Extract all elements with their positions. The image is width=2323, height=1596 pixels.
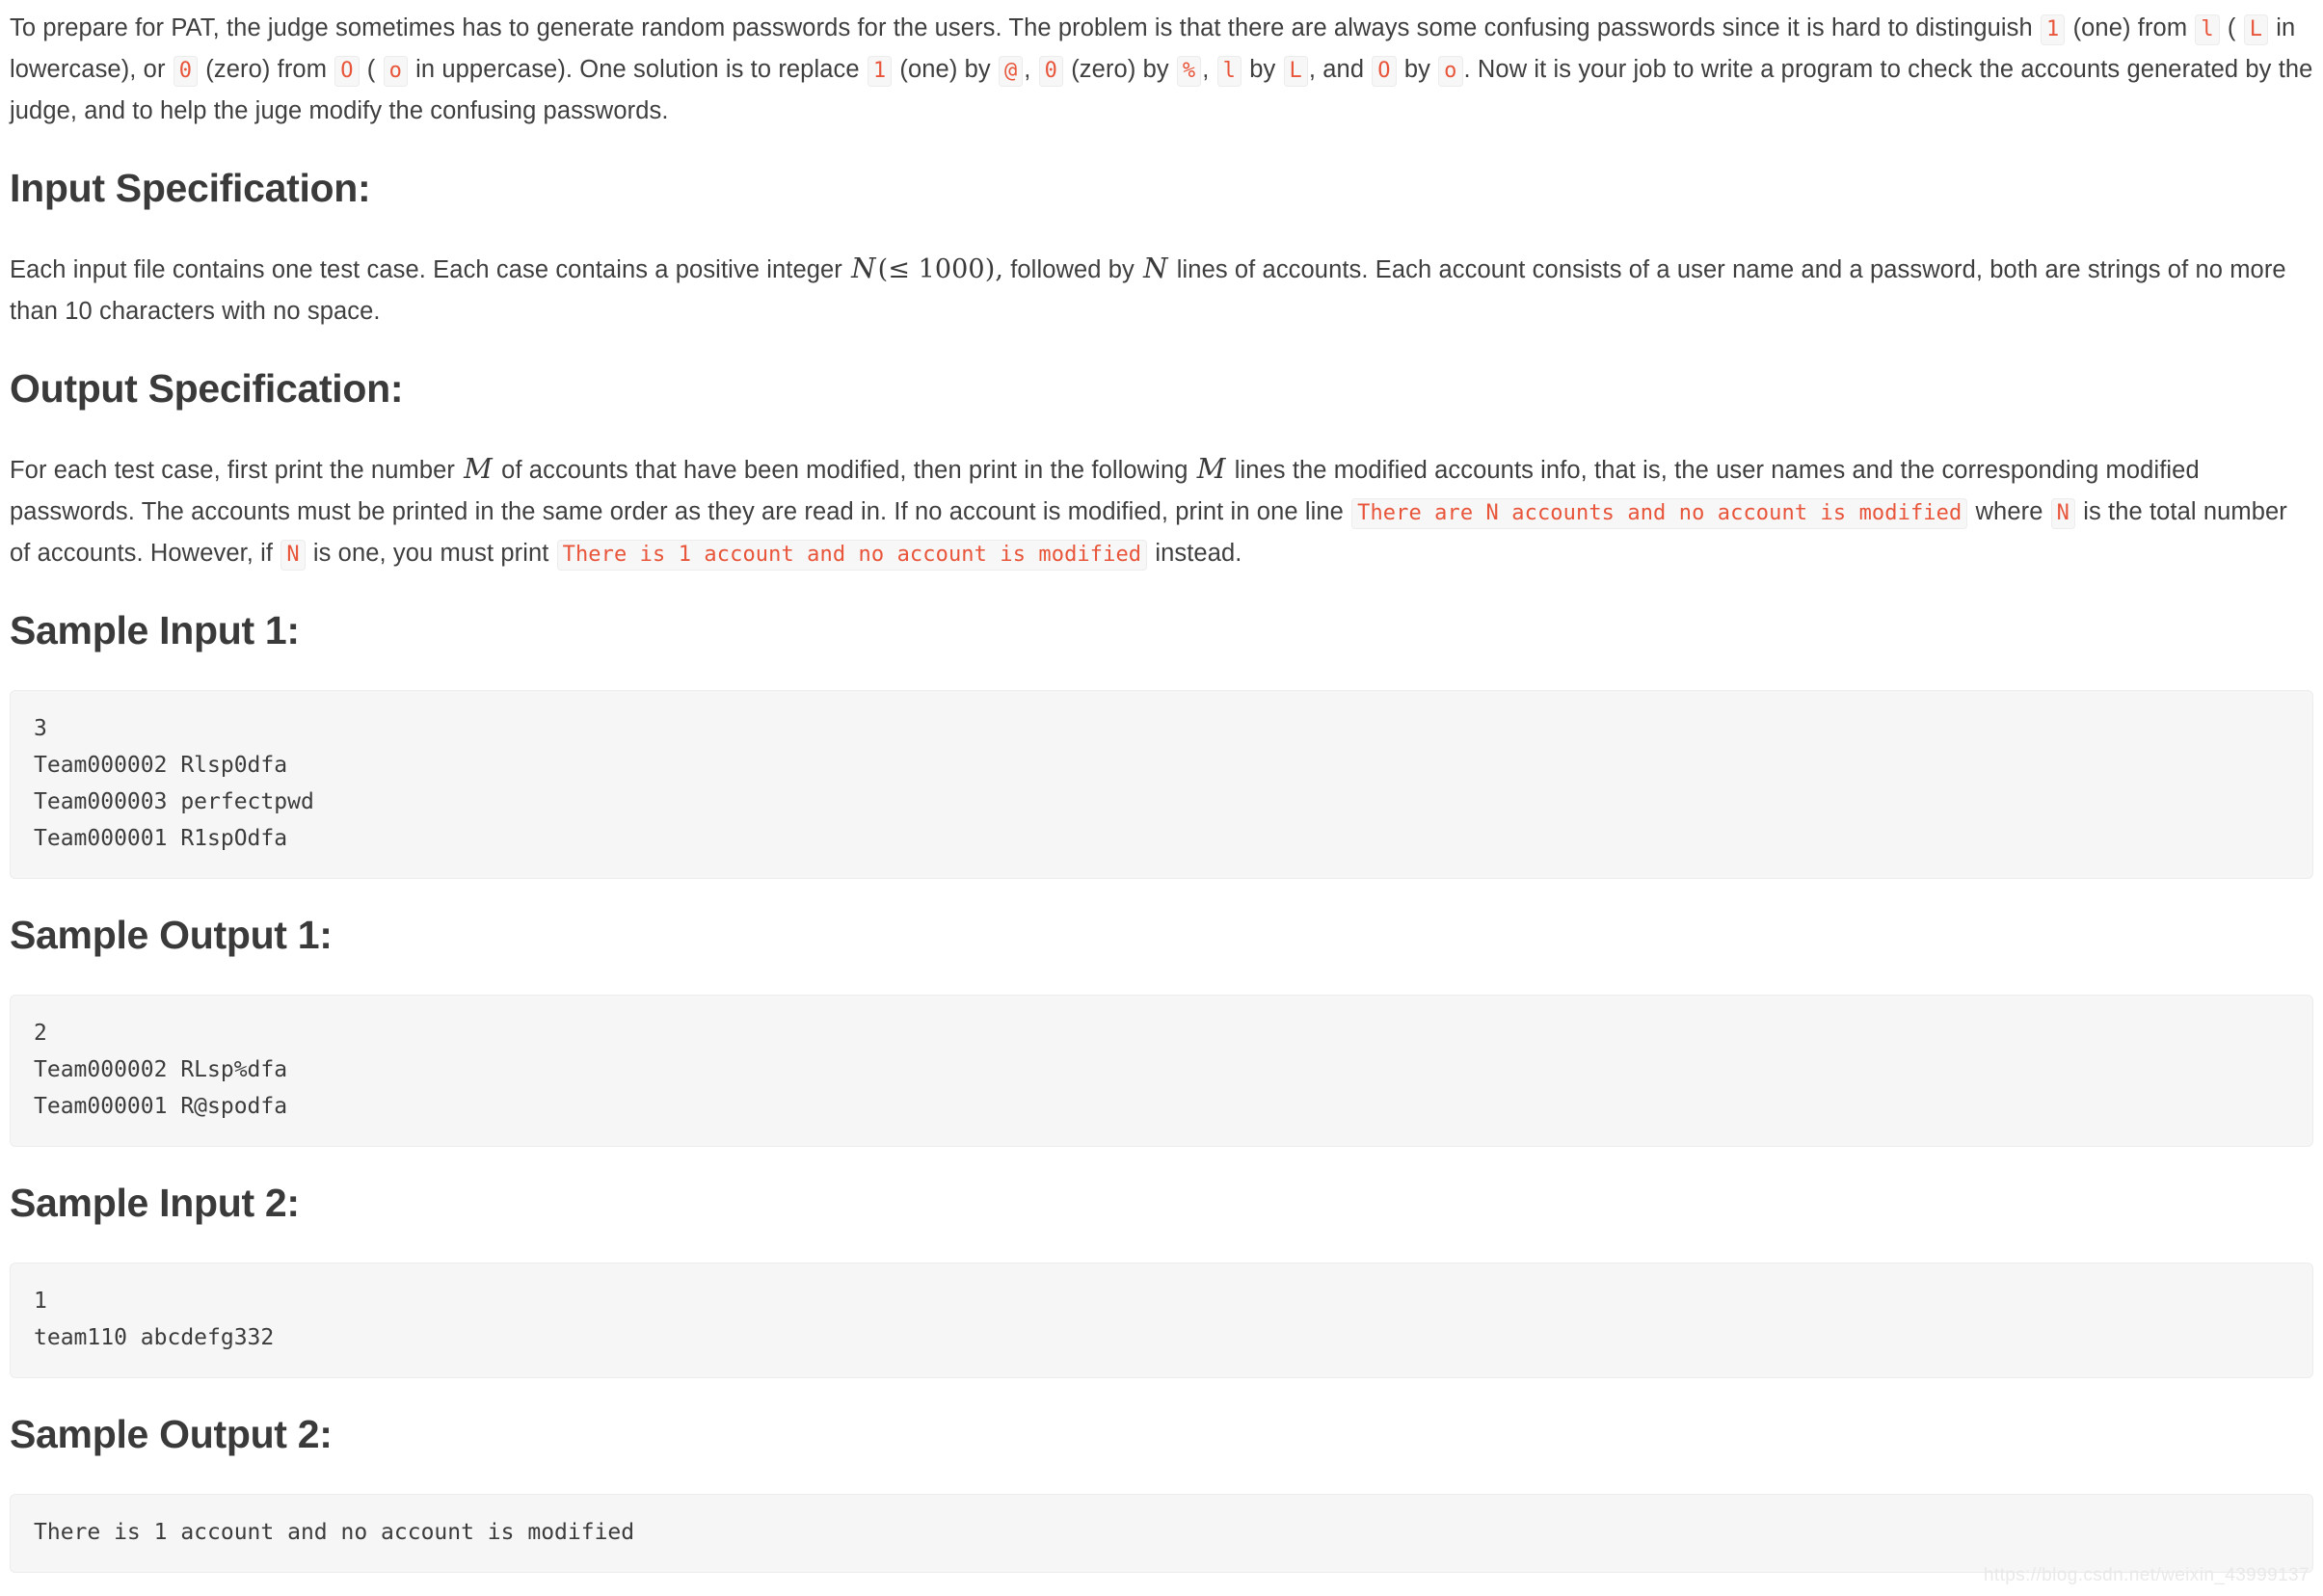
inline-code-L-uppercase: L [2243, 14, 2269, 45]
intro-text-2: (one) from [2072, 14, 2188, 41]
inline-code-O-uppercase-2: O [1372, 56, 1397, 87]
inline-code-one: 1 [2041, 14, 2066, 45]
intro-text-6: ( [366, 56, 376, 83]
inline-code-N-2: N [280, 540, 306, 571]
inline-code-o-lowercase: o [383, 56, 408, 87]
code-block-sample-input-2: 1 team110 abcdefg332 [10, 1263, 2313, 1378]
intro-text-1: To prepare for PAT, the judge sometimes … [10, 14, 2033, 41]
input-spec-text-2: followed by [1010, 256, 1135, 283]
output-spec-text-6: is one, you must print [312, 540, 549, 567]
math-variable-M: M [464, 452, 493, 485]
intro-text-14: by [1403, 56, 1430, 83]
inline-code-L-uppercase-2: L [1283, 56, 1308, 87]
intro-paragraph: To prepare for PAT, the judge sometimes … [10, 8, 2313, 132]
heading-sample-output-1: Sample Output 1: [10, 913, 333, 957]
output-specification-paragraph: For each test case, first print the numb… [10, 448, 2313, 574]
inline-code-zero: 0 [173, 56, 199, 87]
intro-text-9: , [1024, 56, 1031, 83]
code-block-sample-input-1: 3 Team000002 Rlsp0dfa Team000003 perfect… [10, 690, 2313, 879]
heading-input-specification: Input Specification: [10, 166, 371, 210]
inline-code-N: N [2050, 498, 2076, 529]
output-spec-text-1: For each test case, first print the numb… [10, 457, 455, 484]
output-spec-text-2: of accounts that have been modified, the… [501, 457, 1188, 484]
intro-text-11: , [1202, 56, 1210, 83]
math-variable-N-2: N [1143, 252, 1168, 284]
inline-code-one-account-message: There is 1 account and no account is mod… [556, 540, 1148, 571]
intro-text-10: (zero) by [1071, 56, 1169, 83]
intro-text-5: (zero) from [205, 56, 328, 83]
input-spec-text-1: Each input file contains one test case. … [10, 256, 842, 283]
inline-code-one-2: 1 [867, 56, 893, 87]
inline-code-O-uppercase: O [334, 56, 360, 87]
inline-code-o-lowercase-2: o [1438, 56, 1463, 87]
math-limit-1000: (≤ 1000), [877, 254, 1004, 284]
output-spec-text-4: where [1975, 498, 2043, 525]
intro-text-12: by [1249, 56, 1276, 83]
inline-code-zero-2: 0 [1038, 56, 1064, 87]
inline-code-l-lowercase-2: l [1216, 56, 1242, 87]
output-spec-text-7: instead. [1155, 540, 1242, 567]
intro-text-3: ( [2227, 14, 2236, 41]
heading-sample-output-2: Sample Output 2: [10, 1412, 333, 1456]
inline-code-at-symbol: @ [998, 56, 1024, 87]
math-variable-N: N [851, 252, 876, 284]
inline-code-percent-symbol: % [1176, 56, 1202, 87]
code-block-sample-output-2: There is 1 account and no account is mod… [10, 1494, 2313, 1573]
input-specification-paragraph: Each input file contains one test case. … [10, 248, 2313, 332]
heading-output-specification: Output Specification: [10, 366, 404, 411]
code-block-sample-output-1: 2 Team000002 RLsp%dfa Team000001 R@spodf… [10, 995, 2313, 1147]
intro-text-8: (one) by [899, 56, 991, 83]
heading-sample-input-1: Sample Input 1: [10, 608, 300, 652]
math-variable-M-2: M [1196, 452, 1226, 485]
heading-sample-input-2: Sample Input 2: [10, 1181, 300, 1225]
problem-statement-page: To prepare for PAT, the judge sometimes … [0, 8, 2323, 1573]
inline-code-no-accounts-modified: There are N accounts and no account is m… [1351, 498, 1968, 529]
intro-text-7: in uppercase). One solution is to replac… [415, 56, 860, 83]
intro-text-13: , and [1308, 56, 1365, 83]
inline-code-l-lowercase: l [2195, 14, 2220, 45]
